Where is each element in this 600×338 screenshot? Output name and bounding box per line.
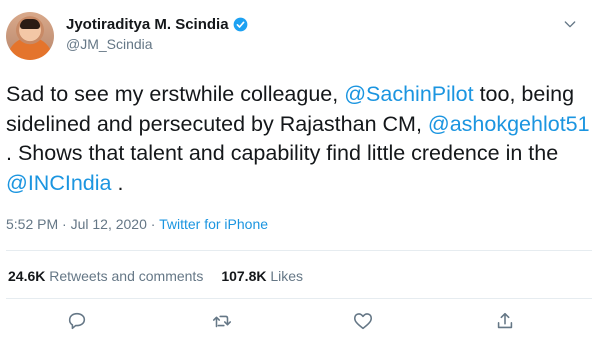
retweets-count: 24.6K	[8, 268, 46, 284]
share-button[interactable]	[494, 310, 516, 332]
likes-label: Likes	[270, 268, 304, 284]
tweet-stats: 24.6K Retweets and comments 107.8K Likes	[8, 268, 303, 284]
share-icon	[497, 312, 513, 329]
tweet-text-segment: .	[111, 170, 124, 195]
avatar-hair	[20, 19, 40, 29]
tweet-text-segment: . Shows that talent and capability find …	[6, 141, 559, 165]
tweet-source-link[interactable]: Twitter for iPhone	[159, 216, 268, 232]
tweet-text-segment: Sad to see my erstwhile colleague,	[6, 82, 345, 106]
likes-count: 107.8K	[221, 268, 267, 284]
retweets-stat[interactable]: 24.6K Retweets and comments	[8, 268, 203, 284]
retweets-label: Retweets and comments	[49, 268, 204, 284]
author-display-name[interactable]: Jyotiraditya M. Scindia	[66, 16, 229, 33]
tweet-timestamp[interactable]: 5:52 PM · Jul 12, 2020	[6, 216, 147, 232]
tweet-meta: 5:52 PM · Jul 12, 2020 · Twitter for iPh…	[6, 216, 268, 232]
verified-badge-icon	[233, 17, 247, 31]
mention-ashokgehlot51[interactable]: @ashokgehlot51	[428, 112, 590, 136]
tweet-text: Sad to see my erstwhile colleague, @Sach…	[6, 80, 594, 198]
meta-separator: ·	[146, 216, 160, 232]
author-handle[interactable]: @JM_Scindia	[66, 36, 153, 52]
chevron-down-icon[interactable]	[562, 16, 578, 32]
author-name-row: Jyotiraditya M. Scindia	[66, 14, 248, 34]
avatar[interactable]	[6, 12, 54, 60]
retweet-icon	[212, 315, 232, 328]
heart-icon	[353, 313, 373, 330]
divider	[6, 298, 592, 299]
divider	[6, 250, 592, 251]
reply-icon	[68, 312, 86, 330]
tweet-card: Jyotiraditya M. Scindia @JM_Scindia Sad …	[0, 0, 600, 338]
mention-sachinpilot[interactable]: @SachinPilot	[344, 82, 473, 106]
reply-button[interactable]	[66, 310, 88, 332]
retweet-button[interactable]	[211, 310, 233, 332]
like-button[interactable]	[352, 310, 374, 332]
mention-incindia[interactable]: @INCIndia	[6, 171, 111, 195]
tweet-actions	[0, 310, 600, 338]
likes-stat[interactable]: 107.8K Likes	[221, 268, 303, 284]
